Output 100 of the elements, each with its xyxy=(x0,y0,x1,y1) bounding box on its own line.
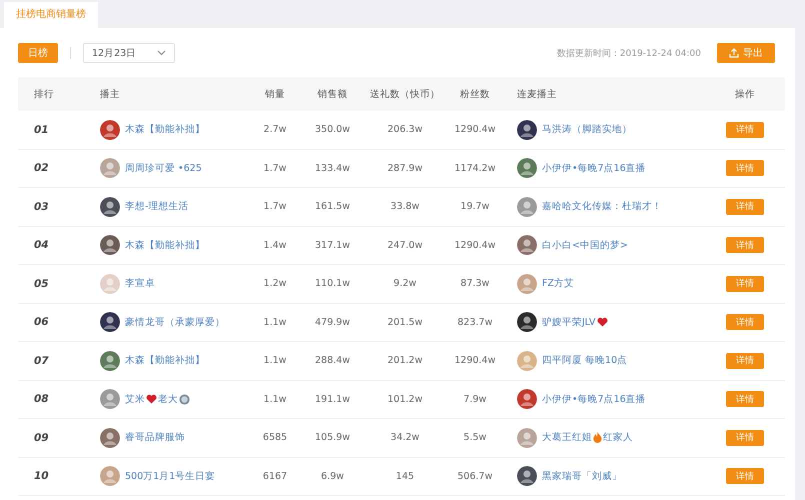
fans-cell-text: 19.7w xyxy=(460,201,490,212)
host-name[interactable]: 周周珍可爱 •625 xyxy=(125,162,202,175)
revenue-cell-text: 317.1w xyxy=(314,240,351,251)
revenue-cell-text: 350.0w xyxy=(314,124,351,136)
fans-cell-text: 1290.4w xyxy=(453,355,496,366)
host-name[interactable]: 四平阿厦 每晚10点 xyxy=(542,354,628,368)
tab[interactable]: 挂榜电商销量榜 xyxy=(4,2,98,28)
fans-cell-text: 1290.4w xyxy=(453,240,496,251)
revenue-cell-text: 288.4w xyxy=(314,355,351,366)
gifts-cell-text: 34.2w xyxy=(390,432,420,444)
details-button[interactable]: 详情 xyxy=(726,468,764,484)
sales-cell-text: 2.7w xyxy=(262,124,288,136)
details-button[interactable]: 详情 xyxy=(726,314,764,330)
date-select[interactable]: 12月23日 xyxy=(83,43,175,63)
sales-cell-text: 6167 xyxy=(262,470,288,482)
column-header: 送礼数（快币） xyxy=(369,88,441,100)
fans-cell-text: 1290.4w xyxy=(453,124,496,136)
rank: 09 xyxy=(33,432,50,444)
heart-icon xyxy=(596,317,608,328)
rank: 06 xyxy=(33,316,50,328)
rank: 04 xyxy=(33,239,50,252)
sales-cell-text: 1.7w xyxy=(262,162,288,174)
sales-cell-text: 1.2w xyxy=(262,278,288,290)
details-button[interactable]: 详情 xyxy=(726,122,764,138)
rank: 07 xyxy=(33,354,50,367)
gifts-cell-text: 247.0w xyxy=(386,240,424,251)
gifts-cell-text: 101.2w xyxy=(386,394,424,405)
gifts-cell-text: 145 xyxy=(394,470,416,482)
fans-cell-text: 87.3w xyxy=(460,278,490,290)
gifts-cell-text: 33.8w xyxy=(390,201,420,212)
revenue-cell-text: 105.9w xyxy=(314,432,351,444)
host-name[interactable]: 李想-理想生活 xyxy=(125,200,188,214)
flame-icon xyxy=(593,432,602,444)
rank: 03 xyxy=(33,200,50,213)
host-name[interactable]: 马洪涛（脚踏实地） xyxy=(542,123,632,136)
rank: 10 xyxy=(33,470,50,482)
host-name[interactable]: 李宣卓 xyxy=(125,277,155,290)
heart-icon xyxy=(146,394,157,404)
host-name[interactable]: 木森【勤能补拙】 xyxy=(125,238,205,252)
export-icon xyxy=(729,48,739,58)
column-header: 播主 xyxy=(100,88,121,100)
host-name[interactable]: 大葛王红姐 xyxy=(542,431,592,444)
sales-cell-text: 1.1w xyxy=(262,394,288,405)
details-button[interactable]: 详情 xyxy=(726,391,764,408)
host-name[interactable]: 白小白<中国的梦> xyxy=(542,238,628,252)
host-name[interactable]: 小伊伊•每晚7点16直播 xyxy=(542,162,646,175)
host-name[interactable]: 老大 xyxy=(158,392,178,406)
details-button[interactable]: 详情 xyxy=(726,237,764,254)
host-name[interactable]: 睿哥品牌服饰 xyxy=(125,431,185,444)
gifts-cell-text: 201.2w xyxy=(386,355,424,366)
host-name[interactable]: 木森【勤能补拙】 xyxy=(125,354,205,368)
column-header: 排行 xyxy=(33,88,55,100)
rank: 01 xyxy=(33,124,50,136)
fans-cell-text: 506.7w xyxy=(456,470,494,482)
gifts-cell-text: 206.3w xyxy=(386,124,424,136)
update-time: 数据更新时间：2019-12-24 04:00 xyxy=(556,48,701,60)
column-header: 粉丝数 xyxy=(459,88,491,100)
details-button[interactable]: 详情 xyxy=(726,352,764,369)
fans-cell-text: 1174.2w xyxy=(453,162,496,174)
sales-cell-text: 1.1w xyxy=(262,316,288,328)
rank: 05 xyxy=(33,278,50,290)
revenue-cell-text: 133.4w xyxy=(314,162,351,174)
details-button[interactable]: 详情 xyxy=(726,160,764,176)
period-button[interactable]: 日榜 xyxy=(18,43,58,63)
sales-cell-text: 1.4w xyxy=(262,240,288,251)
host-name[interactable]: 红家人 xyxy=(603,431,633,444)
rank: 08 xyxy=(33,393,50,406)
column-header: 操作 xyxy=(734,88,756,100)
host-name[interactable]: 艾米 xyxy=(125,392,145,406)
host-name[interactable]: 黑家瑞哥「刘威」 xyxy=(542,470,622,483)
gifts-cell-text: 9.2w xyxy=(392,278,418,290)
sales-cell-text: 6585 xyxy=(262,432,288,444)
sales-cell-text: 1.7w xyxy=(262,201,288,212)
details-button[interactable]: 详情 xyxy=(726,198,764,215)
revenue-cell-text: 161.5w xyxy=(314,201,351,212)
export-button[interactable]: 导出 xyxy=(717,43,775,63)
host-name[interactable]: 木森【勤能补拙】 xyxy=(125,123,205,136)
column-header: 连麦播主 xyxy=(516,88,558,100)
host-name[interactable]: 豪情龙哥（承蒙厚爱） xyxy=(125,316,225,329)
revenue-cell-text: 6.9w xyxy=(320,470,345,482)
chevron-icon xyxy=(157,50,166,56)
host-name[interactable]: 嘉哈哈文化传媒：杜瑞才！ xyxy=(542,200,662,214)
fans-cell-text: 823.7w xyxy=(456,316,494,328)
details-button[interactable]: 详情 xyxy=(726,276,764,292)
revenue-cell-text: 110.1w xyxy=(314,278,351,290)
details-button[interactable]: 详情 xyxy=(726,430,764,446)
revenue-cell-text: 479.9w xyxy=(314,316,351,328)
sales-cell-text: 1.1w xyxy=(262,355,288,366)
host-name[interactable]: 500万1月1号生日宴 xyxy=(125,470,216,483)
gifts-cell-text: 201.5w xyxy=(386,316,424,328)
host-name[interactable]: 驴嫂平荣JLV xyxy=(542,316,596,329)
column-header: 销售额 xyxy=(316,88,348,100)
column-header: 销量 xyxy=(264,88,286,100)
rank: 02 xyxy=(33,162,50,174)
fans-cell-text: 5.5w xyxy=(462,432,488,444)
gifts-cell-text: 287.9w xyxy=(386,162,424,174)
host-name[interactable]: 小伊伊•每晚7点16直播 xyxy=(542,392,646,406)
host-name[interactable]: FZ方艾 xyxy=(542,277,574,290)
fans-cell-text: 7.9w xyxy=(462,394,488,405)
revenue-cell-text: 191.1w xyxy=(314,394,351,405)
